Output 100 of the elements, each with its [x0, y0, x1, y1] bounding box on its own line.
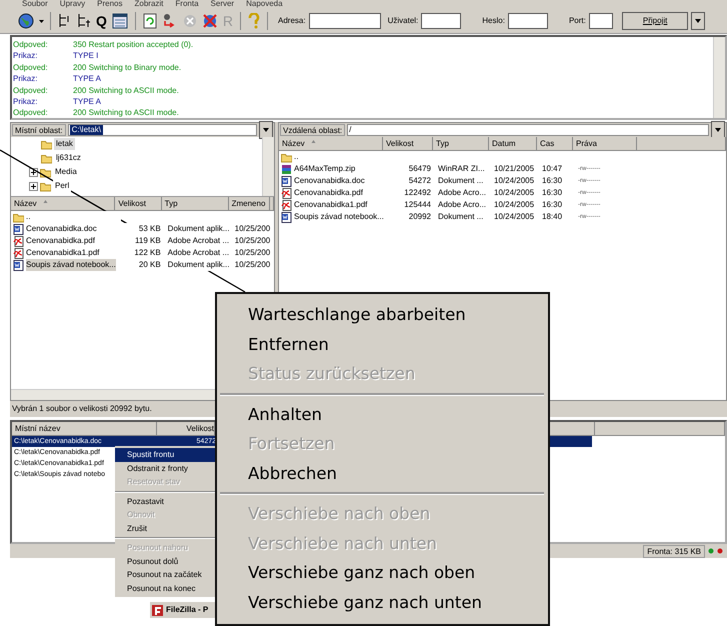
field-label: Heslo: — [482, 15, 505, 27]
log-label: Odpoved: — [13, 84, 49, 96]
path-label: Místní oblast: — [12, 124, 66, 136]
toolbar-button[interactable]: Q — [95, 11, 108, 31]
toolbar-button[interactable] — [16, 11, 36, 31]
file-name[interactable]: A64MaxTemp.zip — [294, 163, 356, 175]
menu-item[interactable]: Upravy — [60, 0, 86, 9]
menu-item[interactable]: Entfernen — [217, 330, 548, 359]
menu-item[interactable]: Posunout na konec — [115, 582, 217, 595]
menu-item[interactable]: Posunout na začátek — [115, 568, 217, 582]
caret-icon — [263, 128, 269, 132]
file-name[interactable]: .. — [294, 151, 298, 163]
log-message: 200 Switching to ASCII mode. — [73, 107, 179, 119]
file-name[interactable]: Cenovanabidka.doc — [294, 175, 365, 187]
window-icon — [112, 13, 128, 29]
menu-item[interactable]: Odstranit z fronty — [115, 462, 217, 475]
column-header[interactable]: Velikost — [118, 197, 146, 210]
dropdown-button[interactable] — [691, 12, 706, 30]
dropdown-button[interactable] — [259, 121, 273, 139]
scrollbar[interactable] — [713, 37, 725, 118]
file-name[interactable]: .. — [26, 211, 30, 223]
column-header[interactable]: Datum — [492, 137, 516, 150]
toolbar-button[interactable] — [142, 11, 158, 31]
menu-item[interactable]: Posunout dolů — [115, 554, 217, 568]
tree-view-icon — [77, 13, 91, 29]
file-name[interactable]: Cenovanabidka1.pdf — [26, 247, 100, 259]
path-field[interactable]: / — [347, 124, 709, 136]
status-dot-icon — [717, 548, 723, 554]
input-field[interactable] — [308, 13, 381, 29]
menu-item[interactable]: Napoveda — [246, 0, 283, 9]
file-name[interactable]: Cenovanabidka.pdf — [26, 235, 95, 247]
column-header[interactable]: Práva — [576, 137, 597, 150]
globe-icon — [17, 13, 35, 29]
log-message: 200 Switching to Binary mode. — [73, 62, 182, 74]
input-field[interactable] — [588, 13, 613, 29]
status-dot-icon — [708, 548, 714, 554]
field-label: Uživatel: — [388, 15, 418, 27]
file-name[interactable]: Cenovanabidka.pdf — [294, 187, 363, 199]
folder-icon — [40, 180, 51, 192]
path-field[interactable]: C:\letak\ — [68, 124, 257, 136]
app-icon — [152, 604, 163, 616]
path-text: / — [349, 125, 352, 135]
menu-item[interactable]: Soubor — [22, 0, 48, 9]
input-field[interactable] — [508, 13, 548, 29]
caret-icon[interactable] — [39, 20, 44, 22]
menu-item[interactable]: Warteschlange abarbeiten — [217, 300, 548, 330]
menu-item[interactable]: Abbrechen — [217, 458, 548, 488]
scrollbar[interactable] — [262, 137, 274, 196]
menu-item[interactable]: Spustit frontu — [115, 448, 217, 462]
refresh-icon — [142, 13, 157, 29]
menu-item[interactable]: Server — [210, 0, 234, 9]
log-label: Prikaz: — [13, 50, 38, 62]
input-field[interactable] — [421, 13, 462, 29]
expand-icon[interactable] — [29, 182, 38, 190]
toolbar-button[interactable] — [110, 11, 129, 31]
menu-item[interactable]: Zrušit — [115, 522, 217, 535]
column-header[interactable]: Místní název — [15, 422, 60, 435]
field-label: Port: — [568, 15, 586, 27]
column-header[interactable]: Typ — [164, 197, 178, 210]
caret-icon — [715, 128, 721, 132]
help-icon — [248, 13, 260, 29]
tree-item[interactable]: lj631cz — [54, 152, 83, 164]
connect-button[interactable]: Připojit — [622, 12, 688, 30]
path-text: C:\letak\ — [70, 125, 103, 135]
tree-item[interactable]: letak — [54, 138, 75, 150]
archive-icon — [281, 164, 292, 174]
field-label: Adresa: — [278, 15, 306, 27]
log-label: Prikaz: — [13, 73, 38, 85]
column-header[interactable]: Typ — [436, 137, 449, 150]
menu-item[interactable]: Prenos — [97, 0, 122, 9]
column-header[interactable]: Název — [14, 197, 37, 210]
disconnect-icon — [202, 13, 218, 29]
cancel-icon — [182, 14, 197, 28]
log-message: 350 Restart position accepted (0). — [73, 39, 194, 50]
log-message: TYPE A — [73, 96, 102, 108]
queue-size: Fronta: 315 KB — [643, 544, 705, 558]
menu-item[interactable]: Pozastavit — [115, 494, 217, 508]
column-header[interactable]: Název — [282, 137, 305, 150]
log-label: Odpoved: — [13, 107, 49, 119]
menu-item[interactable]: Verschiebe ganz nach oben — [217, 558, 548, 588]
file-name[interactable]: Cenovanabidka1.pdf — [294, 199, 368, 211]
column-header[interactable]: Velikost — [186, 422, 214, 435]
column-header[interactable]: Cas — [540, 137, 554, 150]
folder-icon — [41, 152, 52, 164]
tree-item[interactable]: Perl — [53, 180, 72, 192]
file-name[interactable]: Soupis závad notebook... — [26, 259, 116, 271]
menu-item[interactable]: Fronta — [175, 0, 199, 9]
path-label: Vzdálená oblast: — [280, 124, 346, 136]
log-message: TYPE I — [73, 50, 98, 62]
column-header[interactable]: Velikost — [386, 137, 414, 150]
menu-item[interactable]: Zobrazit — [134, 0, 164, 9]
log-message: TYPE A — [73, 73, 102, 85]
file-name[interactable]: Soupis závad notebook... — [294, 211, 384, 223]
log-label: Prikaz: — [13, 96, 38, 108]
log-message: 200 Switching to ASCII mode. — [73, 84, 179, 96]
log-label: Odpoved: — [13, 39, 49, 50]
column-header[interactable]: Zmeneno — [232, 197, 266, 210]
log-label: Odpoved: — [13, 62, 49, 74]
file-name[interactable]: Cenovanabidka.doc — [26, 223, 97, 235]
caret-icon — [695, 19, 702, 23]
